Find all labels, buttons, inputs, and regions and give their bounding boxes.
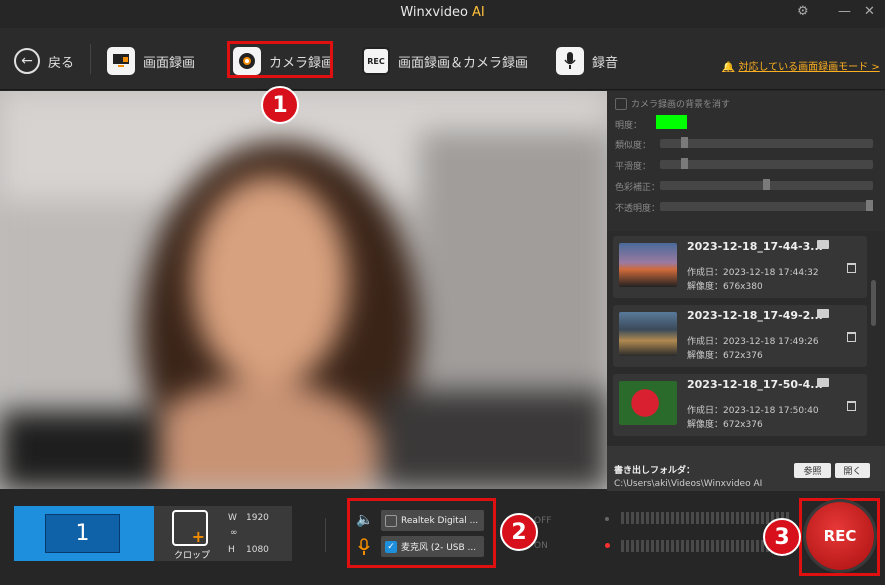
- file-name: 2023-12-18_17-44-3...: [687, 240, 823, 253]
- brightness-label: 明度：: [615, 121, 643, 131]
- screen-camera-record-label: 画面録画＆カメラ録画: [398, 55, 529, 71]
- settings-gear-icon[interactable]: ⚙: [797, 4, 809, 19]
- similarity-slider-knob[interactable]: [681, 137, 688, 148]
- export-folder-label: 書き出しフォルダ：: [614, 466, 696, 476]
- trash-icon[interactable]: [847, 332, 856, 342]
- toolbar-divider: [90, 44, 91, 74]
- bottom-divider: [325, 518, 326, 552]
- file-thumbnail: [619, 381, 677, 425]
- file-thumbnail: [619, 312, 677, 356]
- speaker-checkbox[interactable]: [385, 514, 397, 527]
- minimize-icon[interactable]: —: [838, 4, 851, 19]
- width-label: W: [228, 513, 237, 523]
- color-correction-slider-knob[interactable]: [763, 179, 770, 190]
- transparency-slider[interactable]: [660, 200, 873, 211]
- speaker-icon[interactable]: 🔈: [356, 512, 373, 528]
- file-name: 2023-12-18_17-49-2...: [687, 309, 823, 322]
- speaker-level-dot: [605, 517, 609, 521]
- folder-icon[interactable]: [817, 240, 829, 249]
- file-name: 2023-12-18_17-50-4...: [687, 378, 823, 391]
- speaker-device-label: Realtek Digital ...: [401, 515, 479, 526]
- speaker-level-meter: [621, 512, 791, 524]
- step-badge-3: 3: [763, 518, 801, 556]
- monitor-icon: [107, 47, 135, 75]
- back-button[interactable]: ← 戻る: [14, 44, 74, 78]
- browse-button[interactable]: 参照: [794, 463, 831, 478]
- smoothness-slider-knob[interactable]: [681, 158, 688, 169]
- crop-label: クロップ: [174, 551, 211, 561]
- microphone-icon: [556, 47, 584, 75]
- smoothness-label: 平滑度：: [615, 162, 652, 172]
- close-icon[interactable]: ✕: [864, 4, 875, 19]
- microphone-level-dot: [605, 543, 610, 548]
- remove-background-checkbox[interactable]: [615, 97, 627, 110]
- microphone-icon[interactable]: [358, 538, 370, 560]
- height-value: 1080: [246, 545, 269, 555]
- screen-record-button[interactable]: 画面録画: [107, 44, 195, 78]
- file-created: 作成日：2023-12-18 17:50:40: [687, 406, 819, 416]
- audio-record-button[interactable]: 録音: [556, 44, 618, 78]
- transparency-slider-knob[interactable]: [866, 200, 873, 211]
- rec-icon: REC: [362, 47, 390, 75]
- file-thumbnail: [619, 243, 677, 287]
- bell-icon: 🔔: [722, 62, 735, 73]
- screen-number-button[interactable]: 1: [45, 514, 120, 553]
- key-color-swatch[interactable]: [656, 115, 687, 129]
- remove-background-toggle[interactable]: カメラ録画の背景を消す: [615, 97, 730, 110]
- file-item[interactable]: 2023-12-18_17-44-3... 作成日：2023-12-18 17:…: [613, 236, 867, 298]
- remove-background-label: カメラ録画の背景を消す: [631, 100, 731, 110]
- color-correction-slider[interactable]: [660, 179, 873, 190]
- audio-record-label: 録音: [592, 55, 619, 71]
- crop-icon[interactable]: +: [172, 510, 208, 546]
- rec-button[interactable]: REC: [806, 502, 874, 570]
- back-label: 戻る: [48, 55, 75, 71]
- file-created: 作成日：2023-12-18 17:44:32: [687, 268, 819, 278]
- open-folder-button[interactable]: 開く: [835, 463, 870, 478]
- file-item[interactable]: 2023-12-18_17-50-4... 作成日：2023-12-18 17:…: [613, 374, 867, 436]
- link-icon[interactable]: ∞: [230, 528, 238, 538]
- similarity-slider[interactable]: [660, 137, 873, 148]
- microphone-checkbox[interactable]: ✓: [385, 540, 397, 553]
- microphone-on-label: ON: [534, 541, 548, 551]
- back-arrow-icon: ←: [14, 48, 40, 74]
- screen-record-label: 画面録画: [143, 55, 196, 71]
- file-item[interactable]: 2023-12-18_17-49-2... 作成日：2023-12-18 17:…: [613, 305, 867, 367]
- step-badge-1: 1: [261, 86, 299, 124]
- supported-modes-link[interactable]: 🔔 対応している画面録画モード >: [722, 58, 880, 73]
- camera-preview: [0, 91, 607, 489]
- blurred-camera-image: [0, 91, 607, 489]
- file-resolution: 解像度：676x380: [687, 282, 763, 292]
- similarity-label: 類似度：: [615, 141, 652, 151]
- speaker-device-select[interactable]: Realtek Digital ...: [381, 510, 484, 531]
- export-folder-path: C:\Users\aki\Videos\Winxvideo AI: [614, 479, 763, 489]
- microphone-device-label: 麦克风 (2- USB ...: [401, 543, 477, 553]
- file-resolution: 解像度：672x376: [687, 351, 763, 361]
- width-value: 1920: [246, 513, 269, 523]
- screen-camera-record-button[interactable]: REC 画面録画＆カメラ録画: [362, 44, 528, 78]
- microphone-device-select[interactable]: ✓ 麦克风 (2- USB ...: [381, 536, 484, 557]
- file-list-scrollbar[interactable]: [871, 280, 876, 326]
- camera-record-highlight: [227, 41, 333, 78]
- file-resolution: 解像度：672x376: [687, 420, 763, 430]
- trash-icon[interactable]: [847, 263, 856, 273]
- color-correction-label: 色彩補正：: [615, 183, 661, 193]
- app-title: Winxvideo AI: [400, 5, 485, 20]
- file-created: 作成日：2023-12-18 17:49:26: [687, 337, 819, 347]
- trash-icon[interactable]: [847, 401, 856, 411]
- step-badge-2: 2: [500, 513, 538, 551]
- smoothness-slider[interactable]: [660, 158, 873, 169]
- folder-icon[interactable]: [817, 378, 829, 387]
- transparency-label: 不透明度：: [615, 204, 661, 214]
- height-label: H: [228, 545, 235, 555]
- folder-icon[interactable]: [817, 309, 829, 318]
